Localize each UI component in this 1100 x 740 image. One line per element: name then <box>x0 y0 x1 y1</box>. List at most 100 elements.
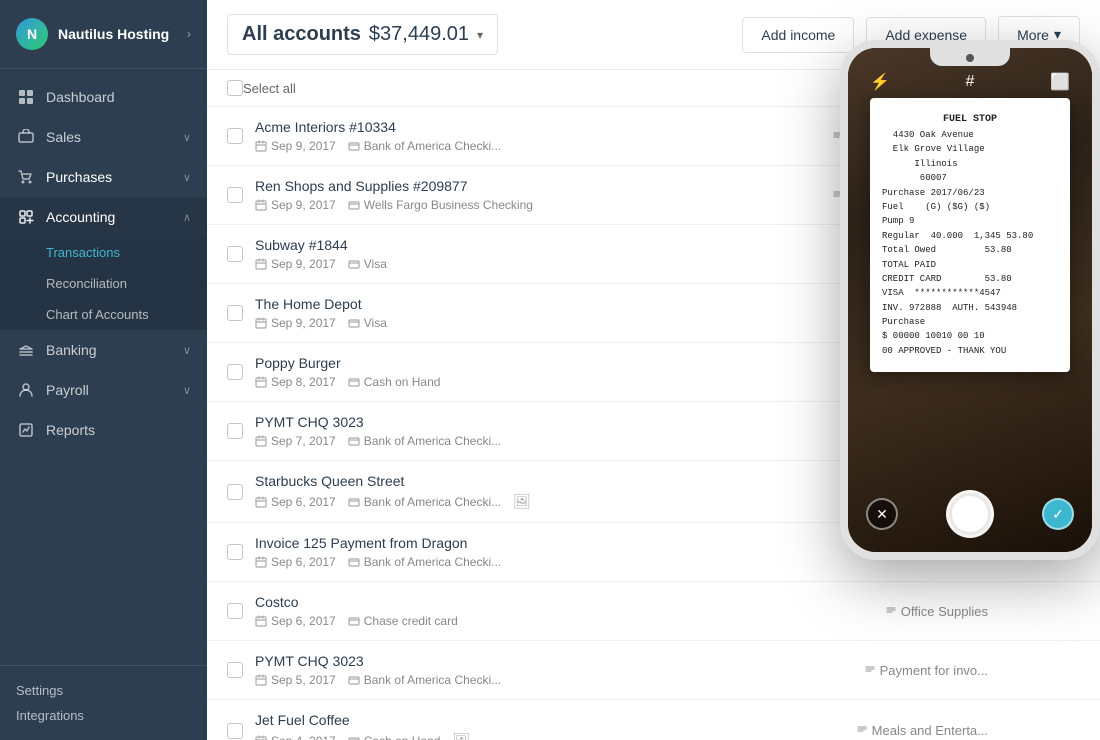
receipt-card: FUEL STOP 4430 Oak Avenue Elk Grove Vill… <box>870 98 1070 372</box>
tx-checkbox[interactable] <box>227 364 243 380</box>
tx-checkbox[interactable] <box>227 484 243 500</box>
category-icon <box>885 604 897 619</box>
phone-toolbar-top: ⚡ # ⬜ <box>848 68 1092 96</box>
tx-name: PYMT CHQ 3023 <box>255 414 852 430</box>
accounting-icon <box>16 207 36 227</box>
tx-info: PYMT CHQ 3023 Sep 5, 2017 Bank of Americ… <box>255 653 852 687</box>
tx-date: Sep 5, 2017 <box>255 673 336 687</box>
sidebar-settings[interactable]: Settings <box>16 678 191 703</box>
table-row[interactable]: Jet Fuel Coffee Sep 4, 2017 Cash on Hand… <box>207 700 1100 740</box>
tx-meta: Sep 9, 2017 Bank of America Checki... <box>255 139 820 153</box>
tx-meta: Sep 6, 2017 Chase credit card <box>255 614 873 628</box>
tx-checkbox[interactable] <box>227 128 243 144</box>
flash-icon[interactable]: ⚡ <box>866 68 894 96</box>
sidebar: N Nautilus Hosting › Dashboard <box>0 0 207 740</box>
sidebar-item-accounting[interactable]: Accounting ∧ <box>0 197 207 237</box>
account-amount: $37,449.01 <box>369 23 469 46</box>
sidebar-item-label-payroll: Payroll <box>46 382 183 398</box>
tx-meta: Sep 6, 2017 Bank of America Checki... 🖼 <box>255 493 845 510</box>
tx-name: Ren Shops and Supplies #209877 <box>255 178 820 194</box>
sidebar-item-label-reports: Reports <box>46 422 191 438</box>
sidebar-item-reports[interactable]: Reports <box>0 410 207 450</box>
tx-meta: Sep 8, 2017 Cash on Hand <box>255 375 844 389</box>
tx-info: Poppy Burger Sep 8, 2017 Cash on Hand <box>255 355 844 389</box>
category-label: Meals and Enterta... <box>872 723 988 738</box>
sidebar-item-label-accounting: Accounting <box>46 209 183 225</box>
tx-checkbox[interactable] <box>227 544 243 560</box>
sidebar-item-sales[interactable]: Sales ∨ <box>0 117 207 157</box>
account-selector[interactable]: All accounts $37,449.01 ▾ <box>227 14 498 55</box>
dashboard-icon <box>16 87 36 107</box>
tx-meta: Sep 9, 2017 Visa <box>255 257 860 271</box>
tx-meta: Sep 4, 2017 Cash on Hand 🖼 <box>255 732 844 740</box>
sidebar-item-transactions[interactable]: Transactions <box>0 237 207 268</box>
receipt-line: Purchase <box>882 315 1058 329</box>
receipt-line: INV. 972888 AUTH. 543948 <box>882 301 1058 315</box>
select-all-checkbox[interactable] <box>227 80 243 96</box>
category-icon <box>864 663 876 678</box>
tx-checkbox[interactable] <box>227 423 243 439</box>
tx-meta: Sep 9, 2017 Visa <box>255 316 860 330</box>
sidebar-item-chart-of-accounts[interactable]: Chart of Accounts <box>0 299 207 330</box>
tx-meta: Sep 9, 2017 Wells Fargo Business Checkin… <box>255 198 820 212</box>
tx-checkbox[interactable] <box>227 187 243 203</box>
chart-of-accounts-label: Chart of Accounts <box>46 307 149 322</box>
tx-date: Sep 6, 2017 <box>255 555 336 569</box>
tx-info: Subway #1844 Sep 9, 2017 Visa <box>255 237 860 271</box>
sidebar-item-dashboard[interactable]: Dashboard <box>0 77 207 117</box>
receipt-line: Total Owed 53.80 <box>882 243 1058 257</box>
receipt-line: 00 APPROVED - THANK YOU <box>882 344 1058 358</box>
table-row[interactable]: PYMT CHQ 3023 Sep 5, 2017 Bank of Americ… <box>207 641 1100 700</box>
tx-checkbox[interactable] <box>227 723 243 739</box>
tx-category: Office Supplies <box>885 604 988 619</box>
banking-chevron-icon: ∨ <box>183 344 191 357</box>
sidebar-item-reconciliation[interactable]: Reconciliation <box>0 268 207 299</box>
tx-account: Bank of America Checki... <box>348 139 501 153</box>
purchases-chevron-icon: ∨ <box>183 171 191 184</box>
sales-icon <box>16 127 36 147</box>
receipt-line: 60007 <box>882 171 1058 185</box>
category-label: Office Supplies <box>901 604 988 619</box>
phone-cancel-button[interactable]: ✕ <box>866 498 898 530</box>
payroll-icon <box>16 380 36 400</box>
tx-date: Sep 9, 2017 <box>255 257 336 271</box>
tx-checkbox[interactable] <box>227 305 243 321</box>
receipt-title: FUEL STOP <box>882 112 1058 128</box>
tx-date: Sep 9, 2017 <box>255 316 336 330</box>
phone-capture-button[interactable] <box>946 490 994 538</box>
tx-date: Sep 8, 2017 <box>255 375 336 389</box>
category-icon <box>856 723 868 738</box>
sidebar-item-banking[interactable]: Banking ∨ <box>0 330 207 370</box>
sidebar-item-label-dashboard: Dashboard <box>46 89 191 105</box>
receipt-line: Regular 40.000 1,345 53.80 <box>882 229 1058 243</box>
tx-account: Bank of America Checki... <box>348 434 501 448</box>
tx-account: Wells Fargo Business Checking <box>348 198 533 212</box>
sidebar-item-payroll[interactable]: Payroll ∨ <box>0 370 207 410</box>
phone-viewfinder: ⚡ # ⬜ FUEL STOP 4430 Oak Avenue Elk Grov… <box>848 48 1092 552</box>
transactions-label: Transactions <box>46 245 120 260</box>
tx-account: Bank of America Checki... <box>348 673 501 687</box>
tx-account: Cash on Hand <box>348 375 441 389</box>
sidebar-item-label-sales: Sales <box>46 129 183 145</box>
tx-meta: Sep 6, 2017 Bank of America Checki... <box>255 555 852 569</box>
grid-icon[interactable]: # <box>956 68 984 96</box>
receipt-line: CREDIT CARD 53.80 <box>882 272 1058 286</box>
phone-frame: ⚡ # ⬜ FUEL STOP 4430 Oak Avenue Elk Grov… <box>840 40 1100 560</box>
sidebar-header[interactable]: N Nautilus Hosting › <box>0 0 207 69</box>
receipt-line: Elk Grove Village <box>882 142 1058 156</box>
sidebar-item-purchases[interactable]: Purchases ∨ <box>0 157 207 197</box>
reconciliation-label: Reconciliation <box>46 276 127 291</box>
accounting-chevron-icon: ∧ <box>183 211 191 224</box>
tx-name: The Home Depot <box>255 296 860 312</box>
tx-checkbox[interactable] <box>227 603 243 619</box>
receipt-line: VISA ************4547 <box>882 286 1058 300</box>
tx-info: Invoice 125 Payment from Dragon Sep 6, 2… <box>255 535 852 569</box>
phone-confirm-button[interactable]: ✓ <box>1042 498 1074 530</box>
tx-checkbox[interactable] <box>227 662 243 678</box>
sidebar-integrations[interactable]: Integrations <box>16 703 191 728</box>
sales-chevron-icon: ∨ <box>183 131 191 144</box>
crop-icon[interactable]: ⬜ <box>1046 68 1074 96</box>
tx-name: Acme Interiors #10334 <box>255 119 820 135</box>
tx-checkbox[interactable] <box>227 246 243 262</box>
tx-info: The Home Depot Sep 9, 2017 Visa <box>255 296 860 330</box>
